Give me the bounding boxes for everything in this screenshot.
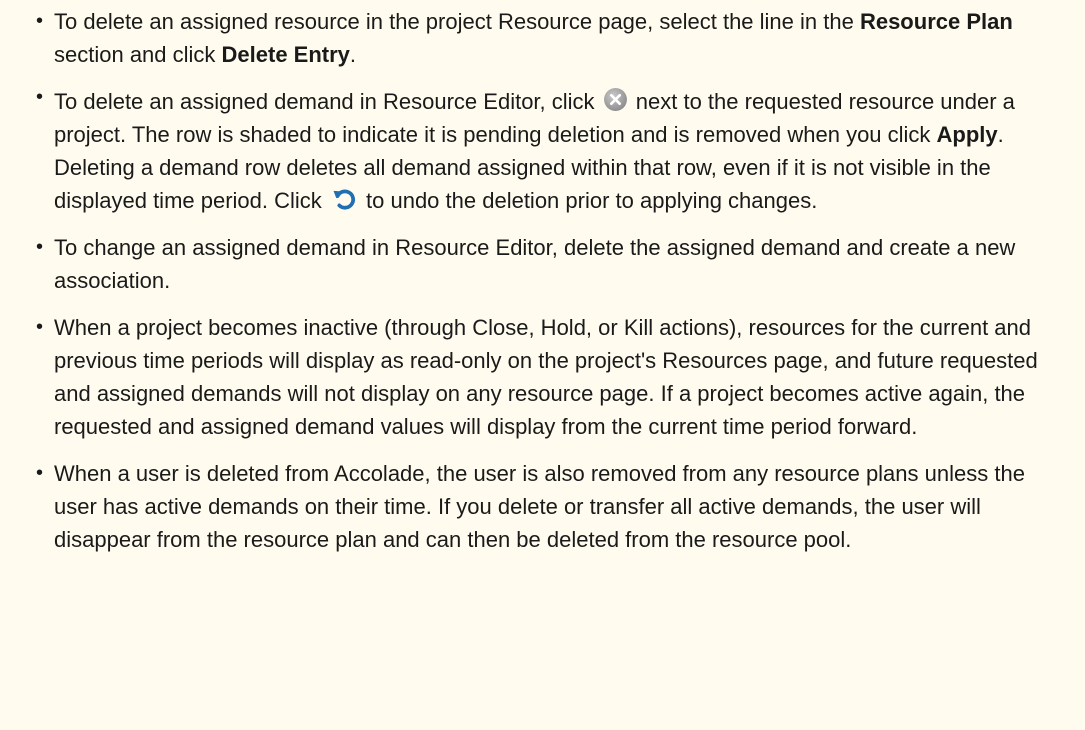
undo-arrow-icon <box>333 189 355 210</box>
list-item: • To change an assigned demand in Resour… <box>0 231 1085 297</box>
bullet-dot: • <box>36 86 44 108</box>
bullet-dot: • <box>36 462 44 484</box>
item-text: . <box>349 42 357 67</box>
list-item: • When a user is deleted from Accolade, … <box>0 457 1085 556</box>
list-item: • To delete an assigned resource in the … <box>0 5 1085 71</box>
item-text: to undo the deletion prior to applying c… <box>359 188 818 213</box>
apply-term: Apply <box>936 122 998 147</box>
resource-plan-term: Resource Plan <box>859 9 1013 34</box>
list-item: • To delete an assigned demand in Resour… <box>0 85 1085 217</box>
bullet-dot: • <box>36 10 44 32</box>
bullet-dot: • <box>36 316 44 338</box>
item-text: When a user is deleted from Accolade, th… <box>54 461 1025 552</box>
item-text: When a project becomes inactive (through… <box>54 315 1038 439</box>
item-text: To delete an assigned demand in Resource… <box>54 89 601 114</box>
item-text: To delete an assigned resource in the pr… <box>54 9 860 34</box>
bullet-dot: • <box>36 236 44 258</box>
help-page: • To delete an assigned resource in the … <box>0 0 1085 730</box>
item-text: To change an assigned demand in Resource… <box>54 235 1016 293</box>
list-item: • When a project becomes inactive (throu… <box>0 311 1085 443</box>
delete-circle-x-icon <box>603 88 627 111</box>
bullet-list: • To delete an assigned resource in the … <box>0 5 1085 570</box>
item-text: section and click <box>54 42 222 67</box>
delete-entry-term: Delete Entry <box>221 42 350 67</box>
